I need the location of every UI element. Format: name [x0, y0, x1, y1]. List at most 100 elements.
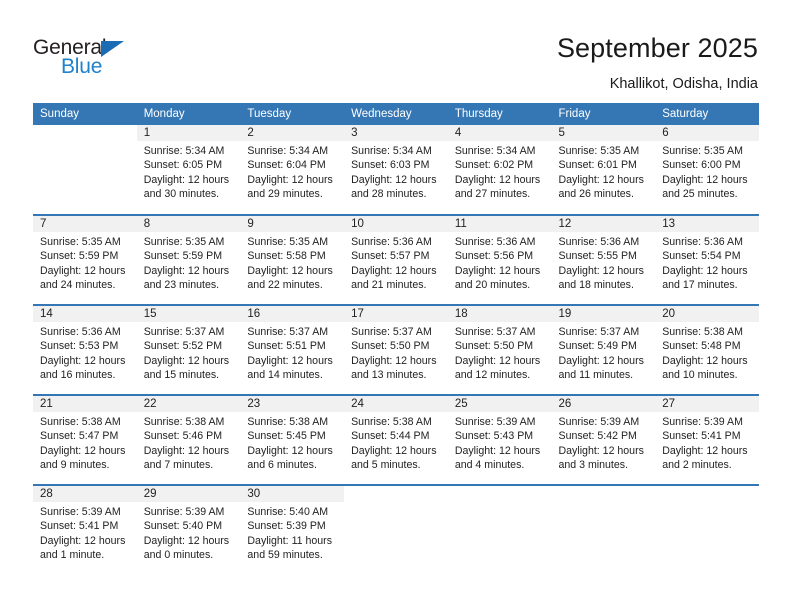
- day-detail-sunset: Sunset: 6:04 PM: [247, 159, 326, 172]
- calendar-day-cell[interactable]: 23 Sunrise: 5:38 AM Sunset: 5:45 PM Dayligh…: [240, 394, 345, 485]
- calendar-day-cell[interactable]: 8 Sunrise: 5:35 AM Sunset: 5:59 PM Daylight…: [136, 214, 241, 305]
- calendar-cell-empty: [447, 484, 552, 575]
- day-detail-daylight1: Daylight: 12 hours: [558, 173, 644, 186]
- calendar-day-cell[interactable]: 13 Sunrise: 5:36 AM Sunset: 5:54 PM Dayligh…: [655, 214, 759, 305]
- day-detail-sunset: Sunset: 5:39 PM: [247, 520, 326, 533]
- calendar-day-cell[interactable]: 11 Sunrise: 5:36 AM Sunset: 5:56 PM Dayligh…: [447, 214, 552, 305]
- calendar-day-cell[interactable]: 24 Sunrise: 5:38 AM Sunset: 5:44 PM Dayligh…: [344, 394, 448, 485]
- day-detail-daylight2: and 24 minutes.: [40, 279, 116, 292]
- weekday-header-sunday: Sunday: [33, 103, 137, 125]
- calendar-day-cell[interactable]: 16 Sunrise: 5:37 AM Sunset: 5:51 PM Dayligh…: [240, 304, 345, 395]
- calendar-day-cell[interactable]: 27 Sunrise: 5:39 AM Sunset: 5:41 PM Dayligh…: [655, 394, 759, 485]
- day-detail-sunset: Sunset: 5:50 PM: [454, 340, 534, 353]
- day-detail-sunrise: Sunrise: 5:38 AM: [662, 326, 743, 338]
- calendar-day-cell[interactable]: 6 Sunrise: 5:35 AM Sunset: 6:00 PM Daylight…: [655, 125, 759, 215]
- day-details: Sunrise: 5:37 AM Sunset: 5:51 PM Daylight:…: [240, 322, 344, 383]
- day-details: Sunrise: 5:38 AM Sunset: 5:44 PM Daylight:…: [344, 412, 448, 473]
- day-detail-sunrise: Sunrise: 5:34 AM: [247, 145, 329, 157]
- calendar-day-cell[interactable]: 5 Sunrise: 5:35 AM Sunset: 6:01 PM Daylight…: [551, 125, 656, 215]
- day-detail-daylight2: and 16 minutes.: [40, 369, 116, 382]
- calendar-day-cell[interactable]: 4 Sunrise: 5:34 AM Sunset: 6:02 PM Daylight…: [447, 125, 552, 215]
- calendar-day-cell[interactable]: 1 Sunrise: 5:34 AM Sunset: 6:05 PM Daylight…: [136, 125, 241, 215]
- calendar-day-cell[interactable]: 22 Sunrise: 5:38 AM Sunset: 5:46 PM Dayligh…: [136, 394, 241, 485]
- day-detail-daylight1: Daylight: 12 hours: [247, 173, 333, 186]
- day-number: 30: [240, 486, 345, 502]
- day-number: 18: [447, 306, 552, 322]
- day-detail-sunset: Sunset: 5:44 PM: [351, 430, 430, 443]
- calendar-day-cell[interactable]: 20 Sunrise: 5:38 AM Sunset: 5:48 PM Dayligh…: [655, 304, 759, 395]
- day-detail-sunrise: Sunrise: 5:36 AM: [40, 326, 121, 338]
- day-detail-sunset: Sunset: 5:59 PM: [40, 250, 119, 263]
- day-detail-sunrise: Sunrise: 5:34 AM: [351, 145, 432, 157]
- day-detail-daylight1: Daylight: 11 hours: [247, 534, 333, 547]
- calendar-day-cell[interactable]: 14 Sunrise: 5:36 AM Sunset: 5:53 PM Dayligh…: [33, 304, 137, 395]
- day-detail-daylight1: Daylight: 12 hours: [40, 444, 126, 457]
- calendar-day-cell[interactable]: 10 Sunrise: 5:36 AM Sunset: 5:57 PM Dayligh…: [344, 214, 448, 305]
- calendar-week-row: 7 Sunrise: 5:35 AM Sunset: 5:59 PM Daylight…: [33, 214, 759, 305]
- calendar-day-cell[interactable]: 30 Sunrise: 5:40 AM Sunset: 5:39 PM Dayligh…: [240, 484, 345, 575]
- day-details: Sunrise: 5:34 AM Sunset: 6:05 PM Daylight:…: [137, 141, 241, 202]
- day-detail-daylight1: Daylight: 12 hours: [40, 354, 126, 367]
- day-details: Sunrise: 5:34 AM Sunset: 6:04 PM Daylight:…: [240, 141, 344, 202]
- calendar-day-cell[interactable]: 29 Sunrise: 5:39 AM Sunset: 5:40 PM Dayligh…: [136, 484, 241, 575]
- calendar-day-cell[interactable]: 21 Sunrise: 5:38 AM Sunset: 5:47 PM Dayligh…: [33, 394, 137, 485]
- day-detail-daylight1: Daylight: 12 hours: [454, 264, 541, 277]
- calendar-cell-empty: [344, 484, 448, 575]
- day-detail-sunrise: Sunrise: 5:34 AM: [143, 145, 225, 157]
- calendar-day-cell[interactable]: 9 Sunrise: 5:35 AM Sunset: 5:58 PM Daylight…: [240, 214, 345, 305]
- day-detail-sunrise: Sunrise: 5:38 AM: [351, 416, 432, 428]
- day-details: Sunrise: 5:35 AM Sunset: 6:00 PM Daylight:…: [655, 141, 759, 202]
- day-detail-daylight1: Daylight: 12 hours: [454, 354, 541, 367]
- day-detail-sunset: Sunset: 6:03 PM: [351, 159, 430, 172]
- calendar-day-cell[interactable]: 7 Sunrise: 5:35 AM Sunset: 5:59 PM Daylight…: [33, 214, 137, 305]
- day-details: Sunrise: 5:34 AM Sunset: 6:03 PM Daylight:…: [344, 141, 448, 202]
- day-detail-daylight1: Daylight: 12 hours: [143, 534, 230, 547]
- day-detail-daylight1: Daylight: 12 hours: [247, 444, 333, 457]
- day-detail-daylight1: Daylight: 12 hours: [454, 173, 541, 186]
- day-detail-sunset: Sunset: 5:51 PM: [247, 340, 326, 353]
- calendar-day-cell[interactable]: 17 Sunrise: 5:37 AM Sunset: 5:50 PM Dayligh…: [344, 304, 448, 395]
- generalblue-logo[interactable]: General Blue: [33, 36, 203, 84]
- calendar-day-cell[interactable]: 15 Sunrise: 5:37 AM Sunset: 5:52 PM Dayligh…: [136, 304, 241, 395]
- day-detail-sunrise: Sunrise: 5:35 AM: [247, 236, 329, 248]
- calendar-day-cell[interactable]: 3 Sunrise: 5:34 AM Sunset: 6:03 PM Daylight…: [344, 125, 448, 215]
- day-detail-sunrise: Sunrise: 5:37 AM: [454, 326, 536, 338]
- day-detail-sunset: Sunset: 5:48 PM: [662, 340, 741, 353]
- calendar-day-cell[interactable]: 2 Sunrise: 5:34 AM Sunset: 6:04 PM Daylight…: [240, 125, 345, 215]
- calendar-header-row: Sunday Monday Tuesday Wednesday Thursday…: [33, 103, 759, 125]
- calendar-day-cell[interactable]: 25 Sunrise: 5:39 AM Sunset: 5:43 PM Dayligh…: [447, 394, 552, 485]
- day-number: 28: [33, 486, 137, 502]
- calendar-cell-empty: [551, 484, 656, 575]
- day-detail-sunset: Sunset: 6:05 PM: [143, 159, 223, 172]
- day-detail-daylight1: Daylight: 12 hours: [454, 444, 541, 457]
- day-detail-sunset: Sunset: 5:47 PM: [40, 430, 119, 443]
- day-details: Sunrise: 5:38 AM Sunset: 5:46 PM Daylight:…: [137, 412, 241, 473]
- calendar-day-cell[interactable]: 19 Sunrise: 5:37 AM Sunset: 5:49 PM Dayligh…: [551, 304, 656, 395]
- day-detail-sunset: Sunset: 5:41 PM: [662, 430, 741, 443]
- day-details: Sunrise: 5:36 AM Sunset: 5:54 PM Daylight:…: [655, 232, 759, 293]
- day-details: Sunrise: 5:35 AM Sunset: 5:59 PM Daylight:…: [137, 232, 241, 293]
- day-detail-sunrise: Sunrise: 5:39 AM: [454, 416, 536, 428]
- day-details: Sunrise: 5:35 AM Sunset: 5:59 PM Daylight:…: [33, 232, 137, 293]
- calendar-day-cell[interactable]: 28 Sunrise: 5:39 AM Sunset: 5:41 PM Dayligh…: [33, 484, 137, 575]
- day-detail-daylight1: Daylight: 12 hours: [662, 173, 748, 186]
- calendar-day-cell[interactable]: 18 Sunrise: 5:37 AM Sunset: 5:50 PM Dayligh…: [447, 304, 552, 395]
- day-detail-sunset: Sunset: 5:58 PM: [247, 250, 326, 263]
- logo-text-blue: Blue: [61, 55, 103, 78]
- day-detail-sunrise: Sunrise: 5:36 AM: [558, 236, 640, 248]
- day-number: 3: [344, 125, 448, 141]
- day-number: [655, 486, 759, 502]
- day-detail-daylight2: and 12 minutes.: [454, 369, 531, 382]
- day-number: [551, 486, 656, 502]
- day-detail-daylight1: Daylight: 12 hours: [662, 354, 748, 367]
- calendar-day-cell[interactable]: 12 Sunrise: 5:36 AM Sunset: 5:55 PM Dayligh…: [551, 214, 656, 305]
- calendar-day-cell[interactable]: 26 Sunrise: 5:39 AM Sunset: 5:42 PM Dayligh…: [551, 394, 656, 485]
- calendar-week-row: 14 Sunrise: 5:36 AM Sunset: 5:53 PM Dayligh…: [33, 304, 759, 395]
- logo-triangle-icon: [101, 41, 124, 57]
- day-detail-daylight2: and 14 minutes.: [247, 369, 323, 382]
- weekday-header-tuesday: Tuesday: [240, 103, 345, 125]
- day-detail-daylight1: Daylight: 12 hours: [351, 264, 437, 277]
- calendar-page: General Blue September 2025 Khallikot, O…: [0, 0, 792, 612]
- calendar-week-row: 1 Sunrise: 5:34 AM Sunset: 6:05 PM Daylight…: [33, 125, 759, 215]
- day-number: 7: [33, 216, 137, 232]
